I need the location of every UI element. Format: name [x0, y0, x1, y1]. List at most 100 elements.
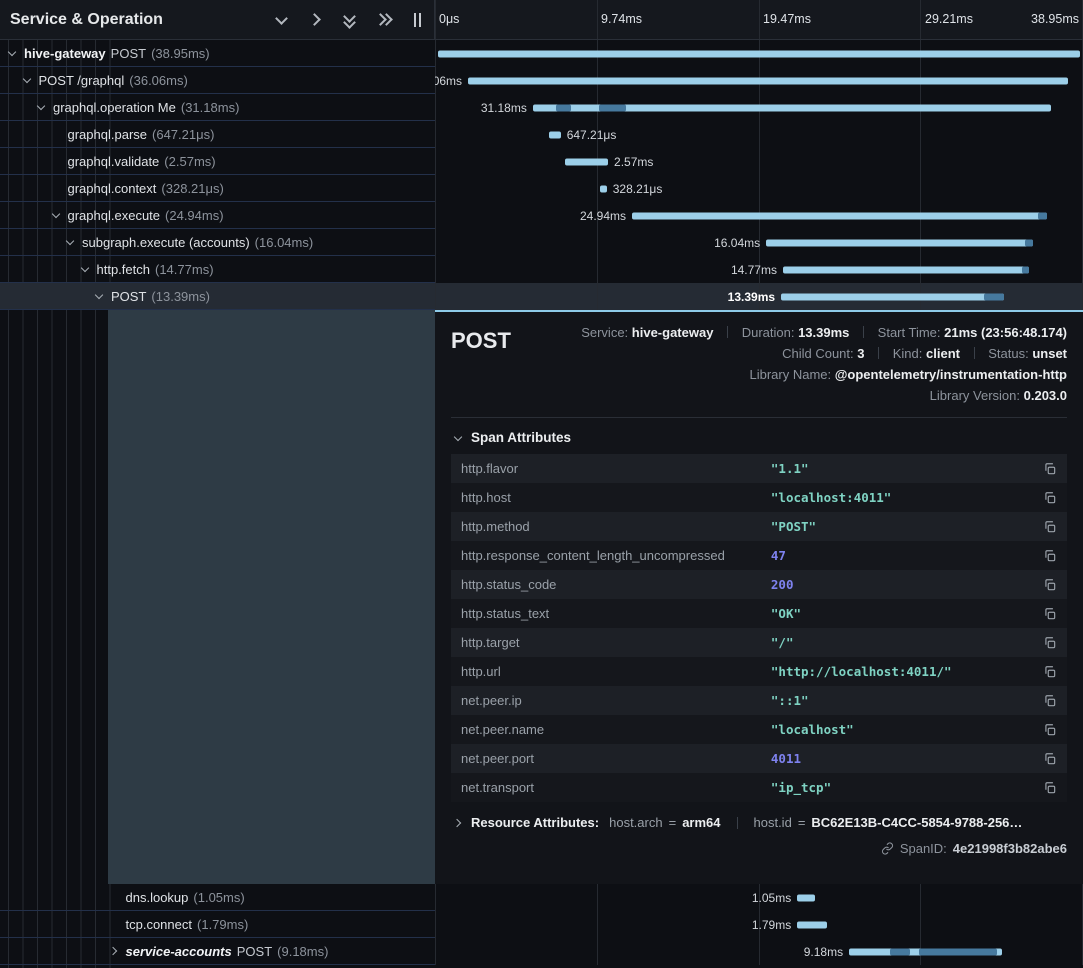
copy-icon[interactable] — [1039, 462, 1057, 476]
span-bar[interactable] — [549, 131, 561, 138]
span-tree-item[interactable]: graphql.validate 2.57ms — [0, 148, 435, 175]
span-row[interactable]: dns.lookup 1.05ms 1.05ms — [0, 884, 1083, 911]
span-bar[interactable] — [468, 77, 1068, 84]
span-row[interactable]: tcp.connect 1.79ms 1.79ms — [0, 911, 1083, 938]
chevron-down-icon[interactable] — [92, 289, 106, 303]
double-chevron-right-icon[interactable] — [376, 12, 392, 28]
span-timeline[interactable]: 36.06ms — [435, 67, 1083, 94]
span-timeline[interactable]: 328.21μs — [435, 175, 1083, 202]
span-attributes-header[interactable]: Span Attributes — [451, 430, 1067, 445]
copy-icon[interactable] — [1039, 665, 1057, 679]
span-bar[interactable] — [533, 104, 1051, 111]
chevron-down-icon[interactable] — [274, 12, 290, 28]
span-timeline[interactable]: 1.79ms — [435, 911, 1083, 938]
timeline-tick: 38.95ms — [1031, 12, 1079, 26]
span-timeline[interactable]: 1.05ms — [435, 884, 1083, 911]
span-duration: 38.95ms — [151, 46, 210, 61]
span-row-selected[interactable]: POST 13.39ms 13.39ms — [0, 283, 1083, 310]
span-bar-duration-label: 14.77ms — [731, 263, 777, 277]
chevron-right-icon[interactable] — [308, 12, 324, 28]
span-tree-item[interactable]: POST /graphql 36.06ms — [0, 67, 435, 94]
span-row[interactable]: subgraph.execute (accounts) 16.04ms 16.0… — [0, 229, 1083, 256]
span-timeline[interactable]: 24.94ms — [435, 202, 1083, 229]
span-row[interactable]: hive-gateway POST 38.95ms — [0, 40, 1083, 67]
span-tree-item[interactable]: subgraph.execute (accounts) 16.04ms — [0, 229, 435, 256]
span-tree-item[interactable]: http.fetch 14.77ms — [0, 256, 435, 283]
copy-icon[interactable] — [1039, 607, 1057, 621]
span-tree-item[interactable]: graphql.execute 24.94ms — [0, 202, 435, 229]
span-timeline[interactable]: 16.04ms — [435, 229, 1083, 256]
span-row[interactable]: http.fetch 14.77ms 14.77ms — [0, 256, 1083, 283]
copy-icon[interactable] — [1039, 520, 1057, 534]
span-row[interactable]: service-accounts POST 9.18ms 9.18ms — [0, 938, 1083, 965]
timeline-tick: 0μs — [439, 12, 459, 26]
resource-attributes-row[interactable]: Resource Attributes: host.arch = arm64 h… — [451, 815, 1067, 830]
attr-value: "OK" — [771, 606, 1039, 621]
span-bar[interactable] — [797, 921, 827, 928]
attr-row: net.peer.name "localhost" — [451, 715, 1067, 744]
chevron-right-icon[interactable] — [107, 944, 121, 958]
span-timeline[interactable]: 31.18ms — [435, 94, 1083, 121]
span-tree-item[interactable]: POST 13.39ms — [0, 283, 435, 310]
copy-icon[interactable] — [1039, 781, 1057, 795]
span-tree-item[interactable]: tcp.connect 1.79ms — [0, 911, 435, 938]
copy-icon[interactable] — [1039, 752, 1057, 766]
copy-icon[interactable] — [1039, 636, 1057, 650]
meta-value: 0.203.0 — [1024, 388, 1067, 403]
chevron-down-icon[interactable] — [20, 73, 34, 87]
chevron-down-icon[interactable] — [34, 100, 48, 114]
leaf-spacer — [107, 917, 121, 931]
span-bar-duration-label: 9.18ms — [804, 945, 843, 959]
span-duration: 1.05ms — [193, 890, 244, 905]
span-duration: 36.06ms — [129, 73, 188, 88]
span-row[interactable]: POST /graphql 36.06ms 36.06ms — [0, 67, 1083, 94]
copy-icon[interactable] — [1039, 723, 1057, 737]
attr-value: "/" — [771, 635, 1039, 650]
chevron-down-icon[interactable] — [78, 262, 92, 276]
span-bar[interactable] — [565, 158, 608, 165]
span-timeline[interactable]: 647.21μs — [435, 121, 1083, 148]
copy-icon[interactable] — [1039, 578, 1057, 592]
span-row[interactable]: graphql.execute 24.94ms 24.94ms — [0, 202, 1083, 229]
span-row[interactable]: graphql.context 328.21μs 328.21μs — [0, 175, 1083, 202]
trace-viewer: Service & Operation 0μs 9.74ms 19.47ms 2… — [0, 0, 1083, 968]
span-timeline[interactable]: 2.57ms — [435, 148, 1083, 175]
panel-resize-handle[interactable] — [414, 13, 424, 27]
span-tree-item[interactable]: hive-gateway POST 38.95ms — [0, 40, 435, 67]
span-tree-item[interactable]: graphql.context 328.21μs — [0, 175, 435, 202]
attr-value: "localhost:4011" — [771, 490, 1039, 505]
span-bar[interactable] — [632, 212, 1047, 219]
copy-icon[interactable] — [1039, 549, 1057, 563]
double-chevron-down-icon[interactable] — [342, 12, 358, 28]
copy-icon[interactable] — [1039, 694, 1057, 708]
span-tree-item[interactable]: service-accounts POST 9.18ms — [0, 938, 435, 965]
separator — [737, 817, 738, 829]
span-bar[interactable] — [766, 239, 1033, 246]
copy-icon[interactable] — [1039, 491, 1057, 505]
span-bar[interactable] — [783, 266, 1029, 273]
chevron-down-icon[interactable] — [49, 208, 63, 222]
link-icon[interactable] — [881, 842, 894, 855]
span-timeline[interactable]: 14.77ms — [435, 256, 1083, 283]
span-row[interactable]: graphql.validate 2.57ms 2.57ms — [0, 148, 1083, 175]
span-tree-item[interactable]: dns.lookup 1.05ms — [0, 884, 435, 911]
span-timeline[interactable]: 9.18ms — [435, 938, 1083, 965]
span-tree-item[interactable]: graphql.parse 647.21μs — [0, 121, 435, 148]
span-bar[interactable] — [849, 948, 1002, 955]
span-tree-item[interactable]: graphql.operation Me 31.18ms — [0, 94, 435, 121]
chevron-down-icon[interactable] — [5, 46, 19, 60]
attr-row: http.url "http://localhost:4011/" — [451, 657, 1067, 686]
span-timeline[interactable] — [435, 40, 1083, 67]
span-bar[interactable] — [438, 50, 1081, 57]
span-name: http.fetch — [97, 262, 150, 277]
span-bar-duration-label: 1.05ms — [752, 891, 791, 905]
span-bar-duration-label: 31.18ms — [481, 101, 527, 115]
chevron-down-icon[interactable] — [63, 235, 77, 249]
span-bar[interactable] — [600, 185, 606, 192]
span-bar[interactable] — [781, 293, 1004, 300]
span-row[interactable]: graphql.parse 647.21μs 647.21μs — [0, 121, 1083, 148]
attr-key: http.status_code — [461, 577, 771, 592]
span-bar[interactable] — [797, 894, 814, 901]
span-row[interactable]: graphql.operation Me 31.18ms 31.18ms — [0, 94, 1083, 121]
span-timeline[interactable]: 13.39ms — [435, 283, 1083, 310]
